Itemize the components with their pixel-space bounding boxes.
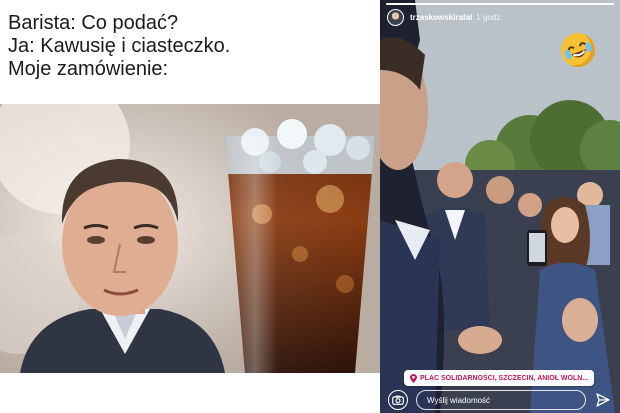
- meme-caption: Barista: Co podać? Ja: Kawusię i ciastec…: [8, 12, 378, 81]
- meme-line-order: Ja: Kawusię i ciasteczko.: [8, 35, 231, 57]
- story-time-ago: 1 godz.: [476, 12, 503, 22]
- meme-photo: [0, 104, 380, 373]
- send-icon: [596, 393, 610, 407]
- story-footer: [380, 387, 620, 413]
- meme-line-my-order: Moje zamówienie:: [8, 58, 169, 80]
- location-pin-icon: [410, 373, 417, 383]
- location-label: PLAC SOLIDARNOŚCI, SZCZECIN, ANIOŁ WOLN.…: [420, 374, 589, 382]
- cola-glass: [225, 119, 375, 373]
- meme-bottom-space: [0, 373, 380, 413]
- avatar[interactable]: [387, 8, 404, 26]
- location-sticker[interactable]: PLAC SOLIDARNOŚCI, SZCZECIN, ANIOŁ WOLN.…: [404, 370, 595, 386]
- send-button[interactable]: [594, 391, 612, 409]
- collage: Barista: Co podać? Ja: Kawusię i ciastec…: [0, 0, 620, 413]
- message-input[interactable]: [416, 390, 586, 410]
- story-username[interactable]: trzaskowskirafal: [410, 13, 472, 22]
- camera-icon: [392, 395, 404, 405]
- story-progress-fill: [386, 3, 614, 5]
- story-header: trzaskowskirafal 1 godz.: [387, 8, 503, 26]
- story-progress-bar: [386, 3, 614, 5]
- meme-line-barista: Barista: Co podać?: [8, 12, 179, 34]
- meme-photo-art: [0, 104, 380, 373]
- meme-panel: Barista: Co podać? Ja: Kawusię i ciastec…: [0, 0, 380, 413]
- story-panel: trzaskowskirafal 1 godz. PLAC SOLIDARNOŚ…: [380, 0, 620, 413]
- camera-button[interactable]: [388, 390, 408, 410]
